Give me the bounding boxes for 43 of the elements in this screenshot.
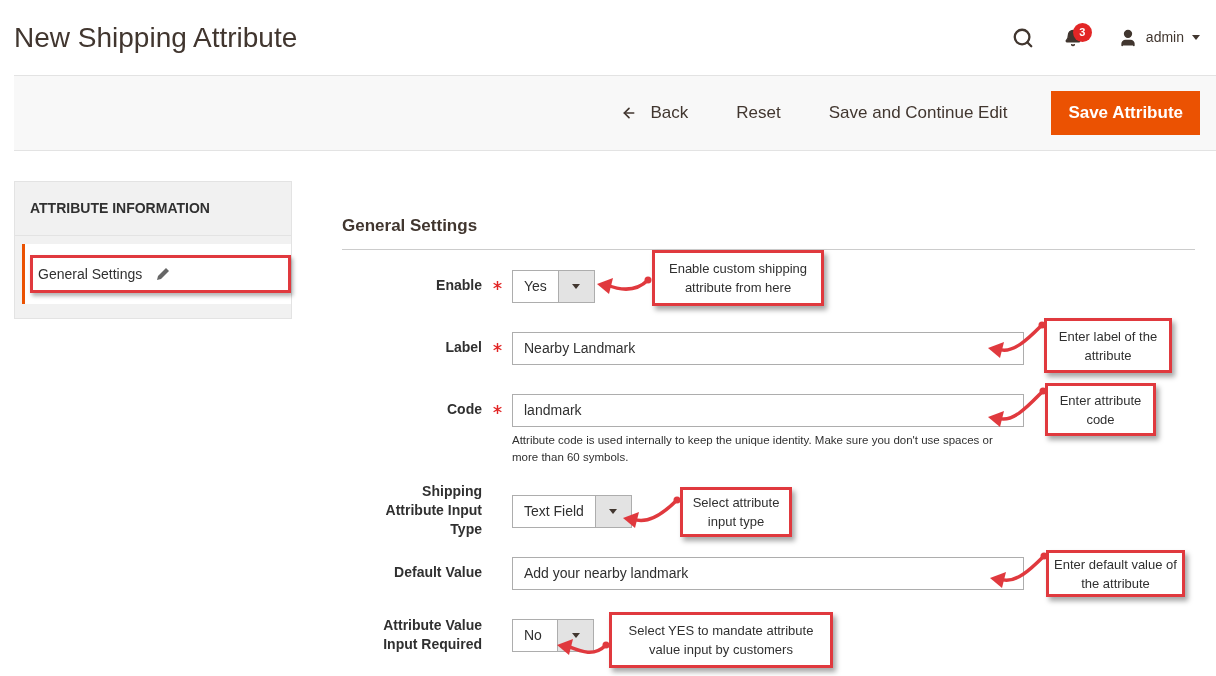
field-label: Default Value [394,563,482,582]
required-asterisk-icon [492,405,502,414]
select-field[interactable]: Yes [512,269,595,303]
notification-count: 3 [1072,22,1092,42]
field-label: Code [447,400,482,419]
field-label: Label [445,338,482,357]
dropdown-arrow-icon [572,283,581,289]
callout: Enter default value of the attribute [1046,550,1185,597]
callout: Enter attribute code [1045,383,1156,436]
toolbar-button[interactable]: Reset [722,91,795,135]
callout-arrow [623,496,681,528]
sidebar-item[interactable]: General Settings [22,244,291,304]
select-field[interactable]: Text Field [512,494,632,528]
caret-icon [1192,35,1200,40]
callout: Enter label of the attribute [1044,318,1172,373]
field-label: Shipping Attribute Input Type [384,482,482,539]
page-title: New Shipping Attribute [14,20,298,55]
back-button[interactable]: Back [606,91,703,135]
sidebar-item-label: General Settings [38,264,143,284]
callout-arrow [988,387,1047,427]
callout: Select YES to mandate attribute value input by customers [609,612,833,668]
text-field[interactable]: landmark [512,393,1024,427]
toolbar-button[interactable]: Save and Continue Edit [814,91,1022,135]
required-asterisk-icon [492,281,502,290]
select-field[interactable]: No [512,618,594,652]
callout-arrow [990,552,1048,588]
callout-arrow [988,321,1046,358]
callout: Select attribute input type [680,487,792,537]
field-label: Attribute Value Input Required [382,615,482,654]
text-field[interactable]: Nearby Landmark [512,331,1024,365]
callout-arrow [557,639,610,655]
section-title: General Settings [342,181,1195,250]
user-menu[interactable]: admin [1117,27,1200,48]
callout-arrow [597,276,652,294]
search-icon[interactable] [1011,26,1034,49]
dropdown-arrow-icon [609,508,618,514]
field-note: Attribute code is used internally to keep the unique identity. Make sure you don't use spaces or more than 60 symbols. [512,432,994,465]
required-asterisk-icon [492,343,502,352]
save-button[interactable]: Save Attribute [1051,91,1200,135]
text-field[interactable]: Add your nearby landmark [512,556,1024,590]
callout: Enable custom shipping attribute from here [652,250,824,306]
pencil-icon [156,267,171,281]
field-label: Enable [436,276,482,295]
